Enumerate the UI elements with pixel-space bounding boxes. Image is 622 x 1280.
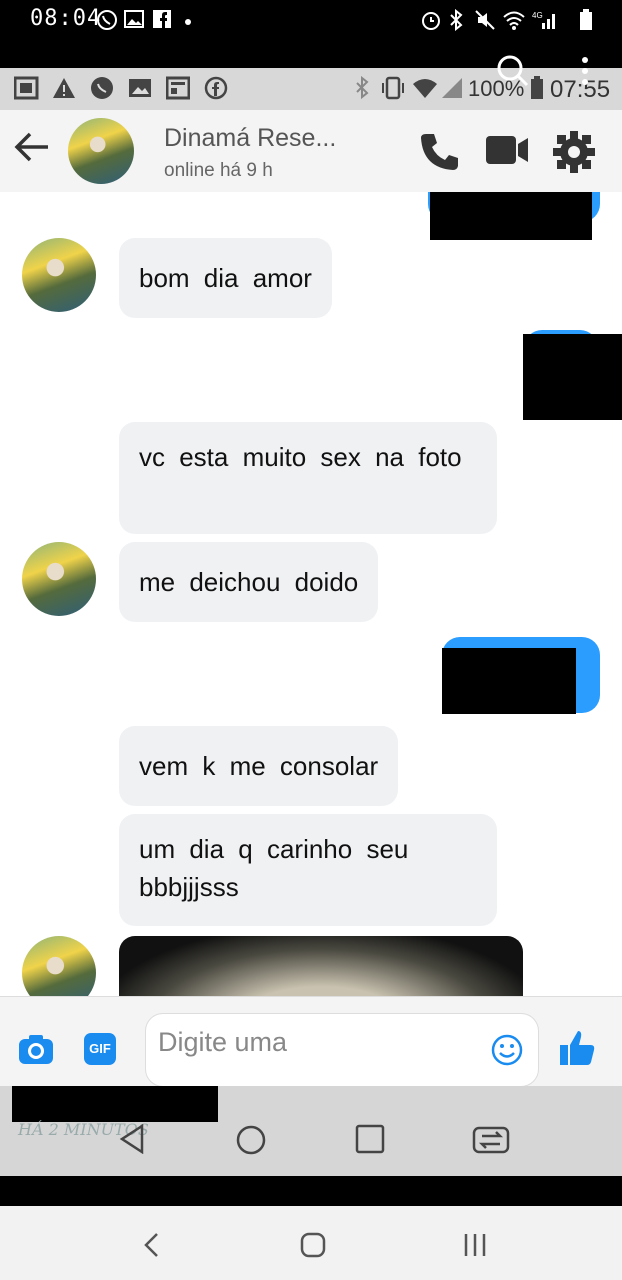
outer-navigation-bar (0, 1206, 622, 1280)
facebook-icon-inner (204, 76, 228, 106)
phone-call-icon[interactable] (418, 130, 462, 179)
search-icon[interactable] (496, 54, 530, 93)
vibrate-icon (380, 76, 406, 106)
battery-icon-inner (530, 76, 544, 106)
more-options-icon[interactable] (580, 56, 590, 91)
emoji-icon[interactable] (490, 1033, 524, 1072)
sender-avatar[interactable] (22, 238, 96, 312)
redaction-box (12, 1086, 218, 1122)
svg-text:4G: 4G (532, 11, 543, 20)
whatsapp-icon-inner (90, 76, 114, 106)
message-bubble[interactable]: vem k me consolar (119, 726, 399, 806)
contact-status: online há 9 h (164, 160, 273, 181)
gallery-icon-inner (128, 76, 152, 106)
chat-header: Dinamá Rese... online há 9 h (0, 110, 622, 193)
back-arrow-icon[interactable] (14, 130, 50, 173)
thumbs-up-icon[interactable] (558, 1029, 598, 1074)
nav-recents-icon[interactable] (355, 1124, 385, 1159)
redaction-box (430, 192, 592, 240)
bluetooth-icon-inner (354, 75, 370, 106)
redaction-box (523, 334, 622, 420)
sender-avatar[interactable] (22, 936, 96, 996)
contact-avatar[interactable] (68, 118, 134, 184)
message-text: me deichou doido (139, 567, 359, 597)
camera-icon[interactable] (18, 1033, 54, 1070)
system-home-icon[interactable] (300, 1232, 326, 1263)
sender-avatar[interactable] (22, 542, 96, 616)
dot-icon (184, 10, 192, 31)
battery-icon (580, 9, 592, 36)
alarm-icon (420, 9, 442, 36)
inner-navigation-bar: HÁ 2 MINUTOS (0, 1086, 622, 1176)
message-bubble[interactable]: um dia q carinho seu bbbjjjsss (119, 814, 497, 926)
message-bubble[interactable]: vc esta muito sex na foto (119, 422, 497, 534)
nav-home-icon[interactable] (235, 1124, 267, 1161)
status-time: 08:04 (30, 6, 102, 31)
nav-back-icon[interactable] (118, 1123, 148, 1159)
message-text: vc esta muito sex na foto (139, 442, 462, 472)
warning-icon (52, 76, 76, 106)
message-input-placeholder: Digite uma (158, 1027, 288, 1057)
news-icon (165, 76, 191, 106)
message-bubble[interactable]: bom dia amor (119, 238, 332, 318)
video-call-icon[interactable] (484, 130, 530, 175)
system-recents-icon[interactable] (462, 1232, 488, 1263)
message-list[interactable]: bom dia amor vc esta muito sex na foto m… (0, 192, 622, 996)
message-bubble[interactable]: me deichou doido (119, 542, 379, 622)
mute-icon (474, 9, 496, 36)
contact-name[interactable]: Dinamá Rese... (164, 124, 336, 153)
message-text: um dia q carinho seu bbbjjjsss (139, 834, 409, 902)
message-text: vem k me consolar (139, 751, 379, 781)
inner-status-bar: 100% 07:55 (0, 55, 622, 110)
image-message[interactable] (119, 936, 523, 996)
wifi-icon-inner (412, 76, 438, 106)
wifi-icon (502, 9, 526, 36)
gallery-icon (124, 9, 144, 34)
settings-gear-icon[interactable] (552, 130, 596, 179)
signal-icon-inner (440, 76, 464, 106)
sim-icon (13, 76, 40, 106)
system-back-icon[interactable] (142, 1232, 160, 1263)
redaction-box (442, 648, 576, 714)
composer-bar: GIF Digite uma (0, 996, 622, 1087)
gif-button[interactable]: GIF (84, 1033, 116, 1065)
signal-icon: 4G (532, 9, 558, 36)
whatsapp-icon (96, 9, 118, 36)
facebook-icon (152, 9, 172, 34)
nav-switch-icon[interactable] (472, 1126, 510, 1159)
bluetooth-icon (448, 8, 464, 36)
message-text: bom dia amor (139, 263, 312, 293)
